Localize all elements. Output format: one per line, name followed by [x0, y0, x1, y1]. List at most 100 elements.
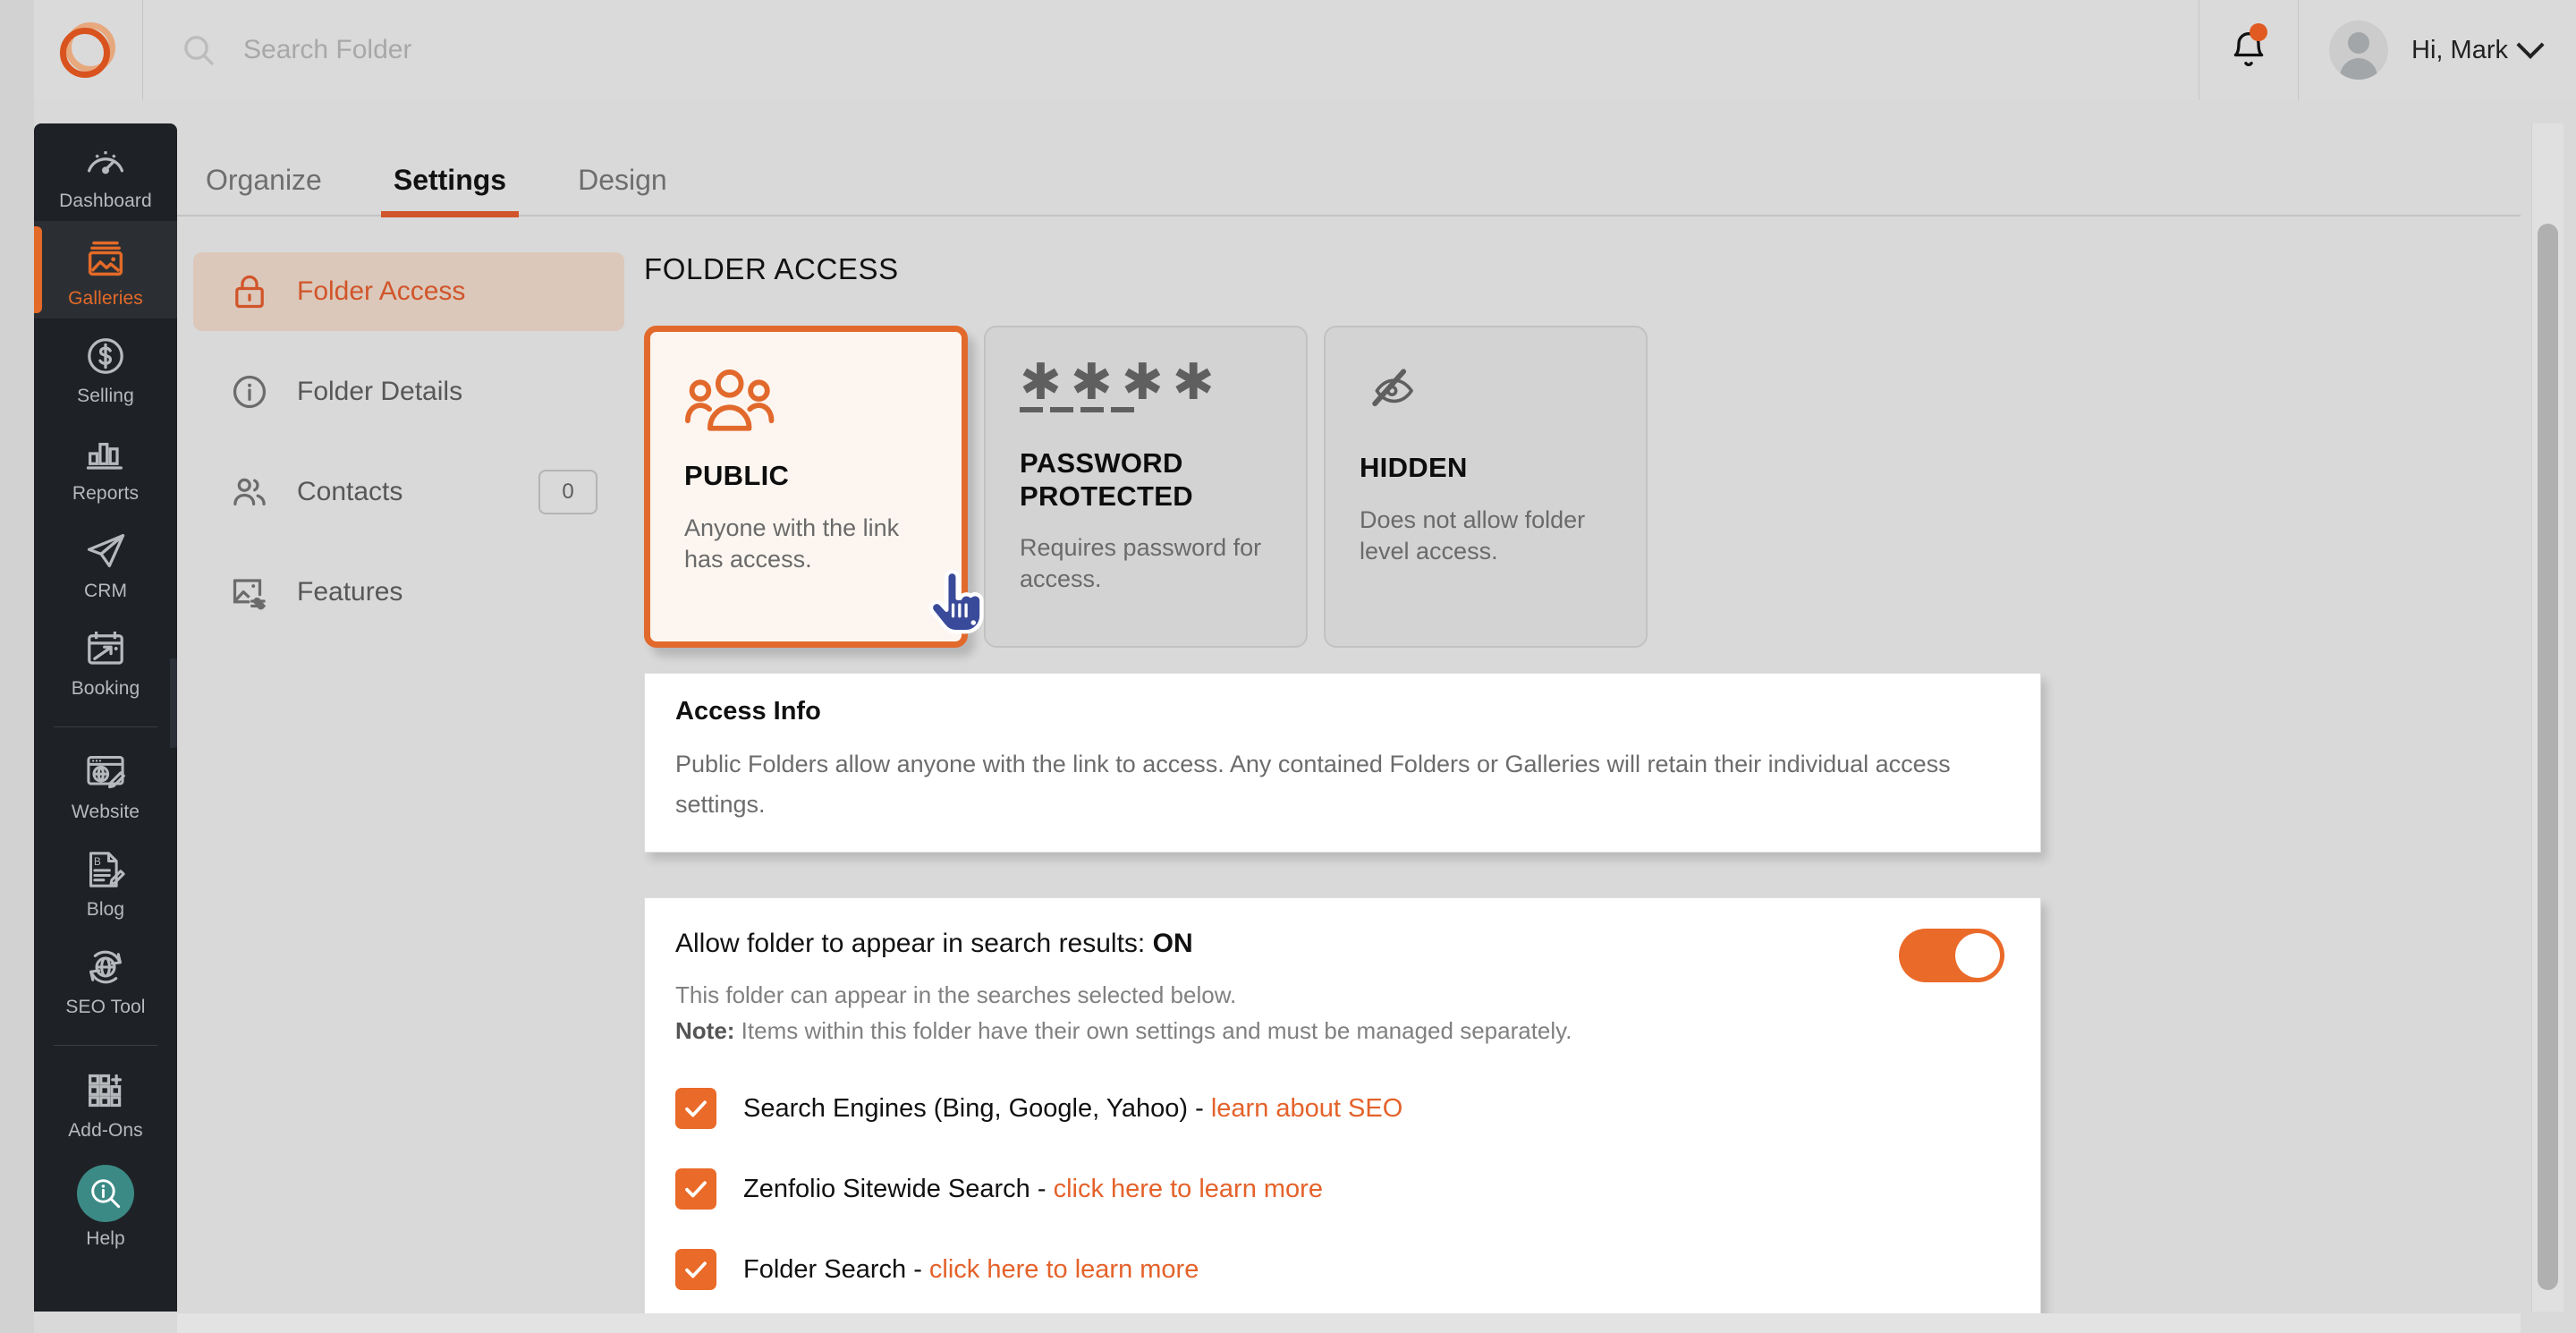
settings-menu-label: Contacts: [297, 477, 403, 506]
access-card-title: PUBLIC: [684, 460, 790, 491]
access-card-public[interactable]: PUBLIC Anyone with the link has access.: [644, 326, 968, 648]
people-group-icon: [684, 369, 775, 431]
tab-organize[interactable]: Organize: [193, 164, 335, 215]
top-bar: Hi, Mark: [34, 0, 2576, 100]
checkbox-sitewide-search[interactable]: [675, 1168, 716, 1210]
sidebar-item-label: Dashboard: [59, 191, 152, 211]
tab-design[interactable]: Design: [565, 164, 680, 215]
access-card-password-protected[interactable]: ✱✱✱✱ PASSWORD PROTECTED Requires passwor…: [984, 326, 1308, 648]
vertical-scrollbar[interactable]: [2531, 123, 2563, 1312]
settings-menu-label: Folder Access: [297, 276, 466, 306]
sidebar-item-website[interactable]: Website: [34, 734, 177, 832]
check-icon: [685, 1181, 707, 1198]
zenfolio-logo-icon: [58, 20, 119, 81]
access-card-title: HIDDEN: [1360, 452, 1468, 483]
settings-menu-item-contacts[interactable]: Contacts 0: [193, 453, 624, 531]
note-label: Note:: [675, 1016, 735, 1044]
sidebar-item-label: SEO Tool: [65, 997, 146, 1017]
search-input[interactable]: [243, 35, 780, 65]
add-ons-icon: [89, 1074, 123, 1108]
scrollbar-thumb[interactable]: [2538, 224, 2558, 1290]
contacts-icon: [233, 478, 266, 506]
checkbox-row-sitewide-search: Zenfolio Sitewide Search - click here to…: [675, 1168, 2010, 1210]
horizontal-scrollbar[interactable]: [177, 1313, 2521, 1333]
sidebar-item-label: CRM: [83, 581, 128, 601]
svg-text:B: B: [94, 856, 101, 868]
sidebar-item-label: Booking: [71, 678, 140, 699]
tab-settings[interactable]: Settings: [380, 164, 520, 217]
note-body: Items within this folder have their own …: [734, 1016, 1572, 1044]
sitewide-search-link[interactable]: click here to learn more: [1054, 1175, 1323, 1203]
search-results-note: Note: Items within this folder have thei…: [675, 1013, 2010, 1049]
settings-menu-item-features[interactable]: Features: [193, 553, 624, 632]
sidebar-divider: [54, 726, 157, 727]
notification-badge: [2250, 23, 2268, 41]
main-sidebar: Dashboard Galleries Selling Reports CRM …: [34, 123, 177, 1312]
sidebar-item-help[interactable]: Help: [34, 1150, 177, 1259]
booking-icon: [88, 631, 123, 665]
sidebar-item-selling[interactable]: Selling: [34, 318, 177, 416]
sidebar-item-seo-tool[interactable]: SEO Tool: [34, 930, 177, 1027]
page-title: FOLDER ACCESS: [644, 252, 899, 285]
search-results-state: ON: [1152, 928, 1193, 958]
search-results-subtitle: This folder can appear in the searches s…: [675, 981, 1237, 1008]
check-icon: [685, 1100, 707, 1117]
search-icon: [184, 36, 214, 65]
lock-icon: [235, 275, 264, 309]
user-greeting: Hi, Mark: [2411, 35, 2508, 64]
sidebar-item-add-ons[interactable]: Add-Ons: [34, 1053, 177, 1150]
asterisks-icon: ✱✱✱✱: [1020, 356, 1275, 429]
info-circle-icon: [233, 375, 267, 409]
sidebar-item-galleries[interactable]: Galleries: [34, 221, 177, 318]
galleries-icon: [88, 241, 123, 276]
checkbox-text: Search Engines (Bing, Google, Yahoo) -: [743, 1093, 1211, 1123]
blog-icon: B: [89, 852, 125, 887]
sidebar-item-crm[interactable]: CRM: [34, 514, 177, 611]
sidebar-item-label: Help: [86, 1228, 125, 1249]
sidebar-item-reports[interactable]: Reports: [34, 416, 177, 514]
checkbox-label: Zenfolio Sitewide Search - click here to…: [743, 1175, 1323, 1204]
content-area: Organize Settings Design Folder Access F…: [177, 123, 2521, 1331]
search-results-toggle[interactable]: [1899, 928, 2004, 982]
access-card-title: PASSWORD PROTECTED: [1020, 447, 1193, 512]
sidebar-item-label: Galleries: [68, 288, 143, 309]
tab-bar: Organize Settings Design: [177, 123, 2521, 217]
reports-icon: [86, 442, 123, 470]
chevron-down-icon: [2516, 30, 2545, 59]
app-root: Hi, Mark Dashboard Galleries: [0, 0, 2576, 1333]
settings-menu-label: Folder Details: [297, 377, 463, 406]
toggle-knob: [1955, 932, 2000, 978]
settings-menu-label: Features: [297, 577, 403, 607]
sidebar-item-dashboard[interactable]: Dashboard: [34, 123, 177, 221]
learn-about-seo-link[interactable]: learn about SEO: [1211, 1094, 1402, 1123]
checkbox-label: Folder Search - click here to learn more: [743, 1255, 1199, 1285]
sidebar-item-blog[interactable]: B Blog: [34, 832, 177, 930]
sidebar-item-label: Selling: [77, 386, 134, 406]
access-card-desc: Anyone with the link has access.: [684, 514, 900, 573]
notifications-button[interactable]: [2199, 0, 2300, 100]
global-search[interactable]: [143, 0, 2199, 100]
dashboard-icon: [87, 151, 124, 174]
access-card-desc: Does not allow folder level access.: [1360, 505, 1586, 565]
folder-search-link[interactable]: click here to learn more: [929, 1255, 1199, 1284]
access-info-body: Public Folders allow anyone with the lin…: [675, 751, 1951, 818]
access-info-box: Access Info Public Folders allow anyone …: [644, 673, 2041, 853]
checkbox-row-search-engines: Search Engines (Bing, Google, Yahoo) - l…: [675, 1088, 2010, 1130]
sidebar-item-booking[interactable]: Booking: [34, 611, 177, 709]
website-icon: [87, 756, 125, 789]
access-card-hidden[interactable]: HIDDEN Does not allow folder level acces…: [1324, 326, 1648, 648]
selling-icon: [88, 338, 123, 374]
checkbox-folder-search[interactable]: [675, 1249, 716, 1291]
eye-slash-icon: [1372, 369, 1413, 407]
avatar: [2329, 21, 2389, 80]
checkbox-text: Zenfolio Sitewide Search -: [743, 1174, 1054, 1203]
sidebar-item-label: Website: [71, 802, 140, 822]
logo[interactable]: [34, 0, 143, 100]
settings-menu-item-folder-details[interactable]: Folder Details: [193, 352, 624, 431]
sidebar-item-label: Add-Ons: [68, 1120, 143, 1141]
help-icon: [77, 1165, 134, 1222]
settings-menu-item-folder-access[interactable]: Folder Access: [193, 252, 624, 331]
checkbox-label: Search Engines (Bing, Google, Yahoo) - l…: [743, 1094, 1402, 1124]
checkbox-search-engines[interactable]: [675, 1088, 716, 1130]
user-menu[interactable]: Hi, Mark: [2299, 0, 2576, 100]
